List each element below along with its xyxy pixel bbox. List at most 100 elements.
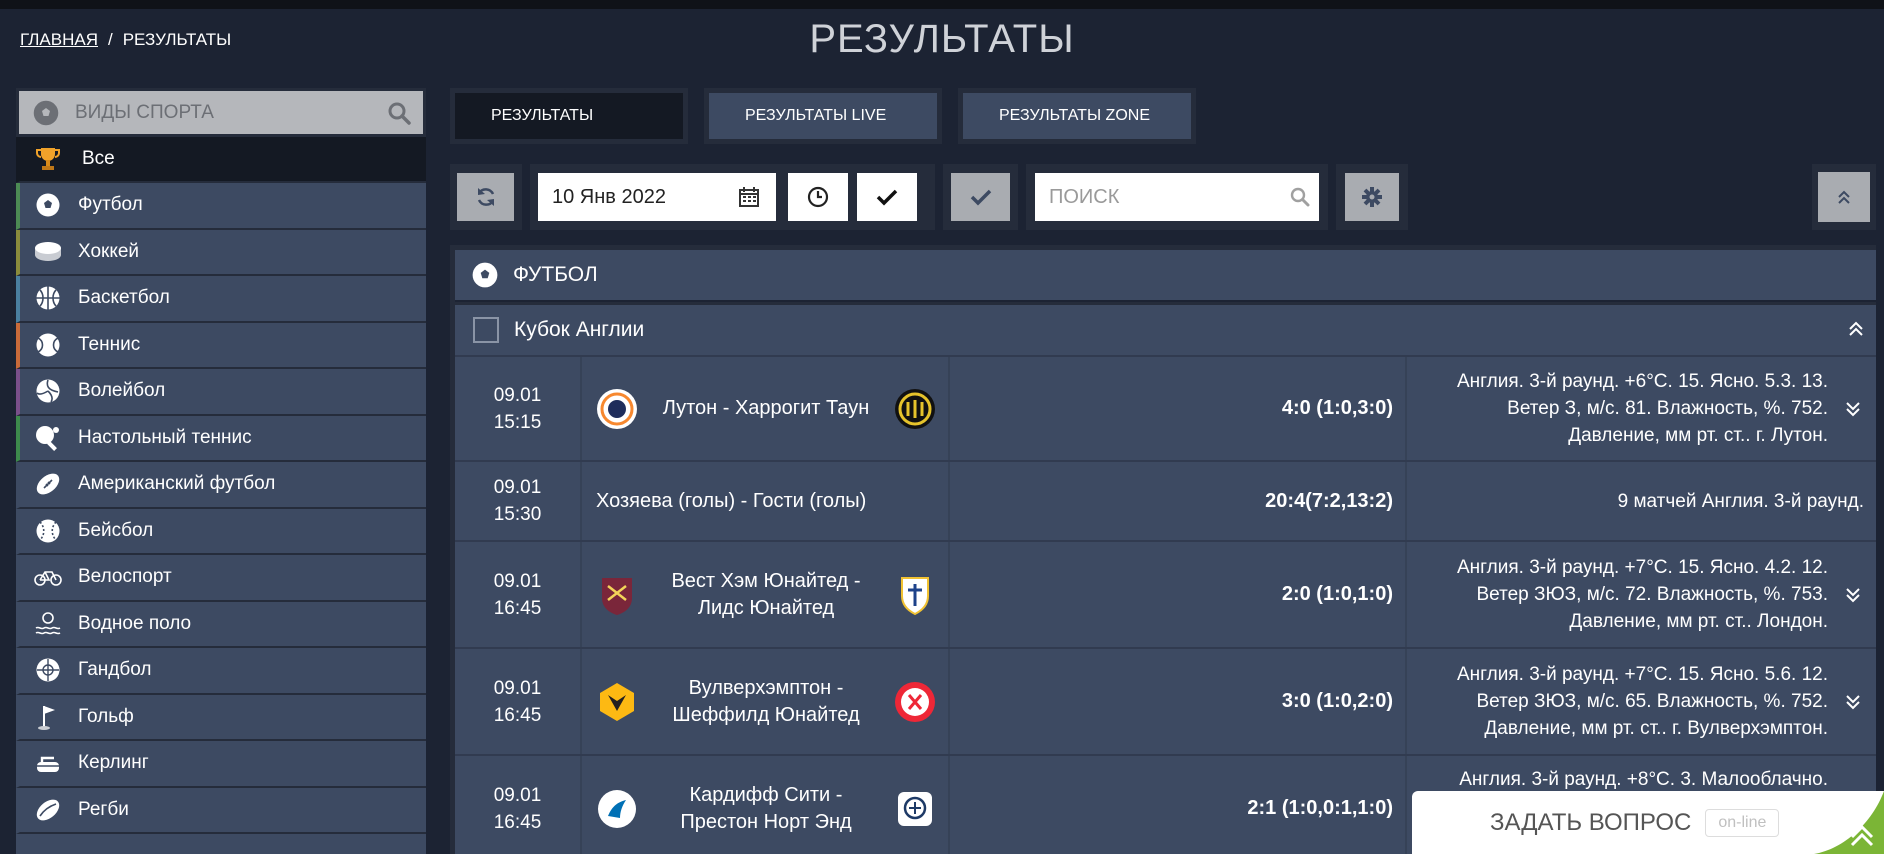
match-info-line: Ветер ЗЮЗ, м/с. 65. Влажность, %. 752. [1476, 691, 1829, 712]
match-info-line: Давление, мм рт. ст.. Лондон. [1569, 611, 1828, 632]
confirm-date-button[interactable] [857, 173, 917, 221]
tab-results-live[interactable]: РЕЗУЛЬТАТЫ LIVE [704, 88, 942, 144]
chevron-up-icon[interactable] [1814, 791, 1884, 854]
teams-name: Хозяева (голы) - Гости (голы) [596, 489, 867, 512]
match-datetime: 09.01 16:45 [455, 542, 582, 647]
sidebar-item-cycling[interactable]: Велоспорт [16, 555, 426, 602]
sidebar-item-curling[interactable]: Керлинг [16, 741, 426, 788]
match-row[interactable]: 09.01 15:30 Хозяева (голы) - Гости (голы… [455, 460, 1876, 540]
match-teams: Лутон - Харрогит Таун [584, 357, 950, 460]
match-row[interactable]: 09.01 16:45 Вест Хэм Юнайтед - Лидс Юнайт… [455, 540, 1876, 647]
sidebar-item-label: Гандбол [78, 659, 152, 681]
search-input[interactable] [1035, 173, 1319, 221]
match-score: 20:4(7:2,13:2) [952, 462, 1407, 540]
sidebar-header: ВИДЫ СПОРТА [16, 88, 426, 137]
bicycle-icon [34, 563, 62, 591]
tab-results-zone[interactable]: РЕЗУЛЬТАТЫ ZONE [958, 88, 1196, 144]
match-time: 16:45 [493, 597, 542, 619]
gear-icon [1362, 187, 1382, 207]
search-icon[interactable] [387, 101, 411, 125]
match-info-line: Ветер ЗЮЗ, м/с. 72. Влажность, %. 753. [1476, 584, 1829, 605]
match-teams: Кардифф Сити - Престон Норт Энд [584, 756, 950, 854]
match-info: Англия. 3-й раунд. +7°C. 15. Ясно. 4.2. … [1409, 542, 1876, 647]
double-chevron-down-icon[interactable] [1844, 693, 1862, 711]
sidebar-item-rugby[interactable]: Регби [16, 787, 426, 834]
match-date: 09.01 [493, 384, 542, 406]
sidebar-item-label: Теннис [78, 333, 141, 355]
match-datetime: 09.01 15:15 [455, 357, 582, 460]
sidebar-item-volleyball[interactable]: Волейбол [16, 369, 426, 416]
rugby-ball-icon [34, 796, 62, 824]
online-status-badge: on-line [1705, 808, 1780, 837]
ask-question-widget[interactable]: ЗАДАТЬ ВОПРОС on-line [1412, 791, 1884, 854]
match-score: 2:0 (1:0,1:0) [952, 542, 1407, 647]
double-chevron-up-icon[interactable] [1846, 319, 1866, 339]
settings-box [1336, 164, 1408, 230]
sidebar-item-water-polo[interactable]: Водное поло [16, 601, 426, 648]
sidebar-item-golf[interactable]: Гольф [16, 694, 426, 741]
home-team: Вест Хэм Юнайтед - [671, 569, 861, 592]
apply-box [943, 164, 1018, 230]
match-datetime: 09.01 16:45 [455, 649, 582, 754]
match-date: 09.01 [493, 677, 542, 699]
top-strip [0, 0, 1884, 9]
match-teams: Вест Хэм Юнайтед - Лидс Юнайтед [584, 542, 950, 647]
golf-flag-icon [34, 703, 62, 731]
double-chevron-down-icon[interactable] [1844, 400, 1862, 418]
match-datetime: 09.01 15:30 [455, 462, 582, 540]
sidebar-item-football[interactable]: Футбол [16, 183, 426, 230]
match-info: 9 матчей Англия. 3-й раунд. [1409, 462, 1876, 540]
volleyball-icon [34, 377, 62, 405]
sheffield-logo-icon [895, 681, 935, 722]
sidebar-item-basketball[interactable]: Баскетбол [16, 276, 426, 323]
sport-title: ФУТБОЛ [513, 263, 598, 286]
sidebar-item-handball[interactable]: Гандбол [16, 648, 426, 695]
sidebar-item-partial[interactable] [16, 834, 426, 854]
sidebar-item-label: Бейсбол [78, 519, 154, 541]
match-info-line: Ветер З, м/с. 81. Влажность, %. 752. [1507, 398, 1828, 419]
american-football-icon [34, 470, 62, 498]
sidebar-item-baseball[interactable]: Бейсбол [16, 508, 426, 555]
sport-header[interactable]: ФУТБОЛ [455, 250, 1876, 302]
match-time: 15:15 [493, 411, 542, 433]
match-row[interactable]: 09.01 15:15 Лутон - Харрогит Таун 4:0 (1… [455, 355, 1876, 460]
baseball-icon [34, 517, 62, 545]
table-tennis-icon [34, 424, 62, 452]
trophy-icon [34, 145, 62, 173]
sidebar-item-american-football[interactable]: Американский футбол [16, 462, 426, 509]
teams-name: Вулверхэмптон - Шеффилд Юнайтед [650, 675, 882, 729]
match-info: Англия. 3-й раунд. +6°C. 15. Ясно. 5.3. … [1409, 357, 1876, 460]
sidebar-item-label: Все [82, 148, 115, 169]
time-button[interactable] [788, 173, 848, 221]
teams-name: Кардифф Сити - Престон Норт Энд [650, 782, 882, 836]
league-checkbox[interactable] [473, 317, 499, 343]
apply-button[interactable] [951, 173, 1010, 221]
basketball-icon [34, 284, 62, 312]
tab-results[interactable]: РЕЗУЛЬТАТЫ [450, 88, 688, 144]
tennis-ball-icon [34, 331, 62, 359]
settings-button[interactable] [1345, 173, 1399, 221]
sidebar-item-all[interactable]: Все [16, 137, 426, 183]
search-icon[interactable] [1290, 187, 1310, 207]
leeds-logo-icon [901, 576, 929, 615]
sidebar-item-hockey[interactable]: Хоккей [16, 229, 426, 276]
luton-logo-icon [597, 388, 637, 429]
double-chevron-down-icon[interactable] [1844, 586, 1862, 604]
refresh-button[interactable] [457, 173, 514, 221]
search-box [1026, 164, 1328, 230]
refresh-icon [477, 188, 494, 206]
calendar-icon [739, 187, 759, 207]
match-row[interactable]: 09.01 16:45 Вулверхэмптон - Шеффилд Юнайт… [455, 647, 1876, 754]
match-time: 15:30 [493, 504, 542, 525]
sidebar-title: ВИДЫ СПОРТА [75, 101, 214, 123]
clock-icon [807, 186, 829, 208]
match-info: Англия. 3-й раунд. +7°C. 15. Ясно. 5.6. … [1409, 649, 1876, 754]
sidebar-item-table-tennis[interactable]: Настольный теннис [16, 415, 426, 462]
cardiff-logo-icon [598, 789, 636, 828]
sidebar-item-tennis[interactable]: Теннис [16, 322, 426, 369]
date-picker[interactable]: 10 Янв 2022 [538, 173, 776, 221]
sidebar-item-label: Велоспорт [78, 566, 172, 588]
scroll-top-button[interactable] [1818, 172, 1870, 222]
sidebar-item-label: Настольный теннис [78, 426, 252, 448]
west-ham-logo-icon [602, 577, 632, 615]
